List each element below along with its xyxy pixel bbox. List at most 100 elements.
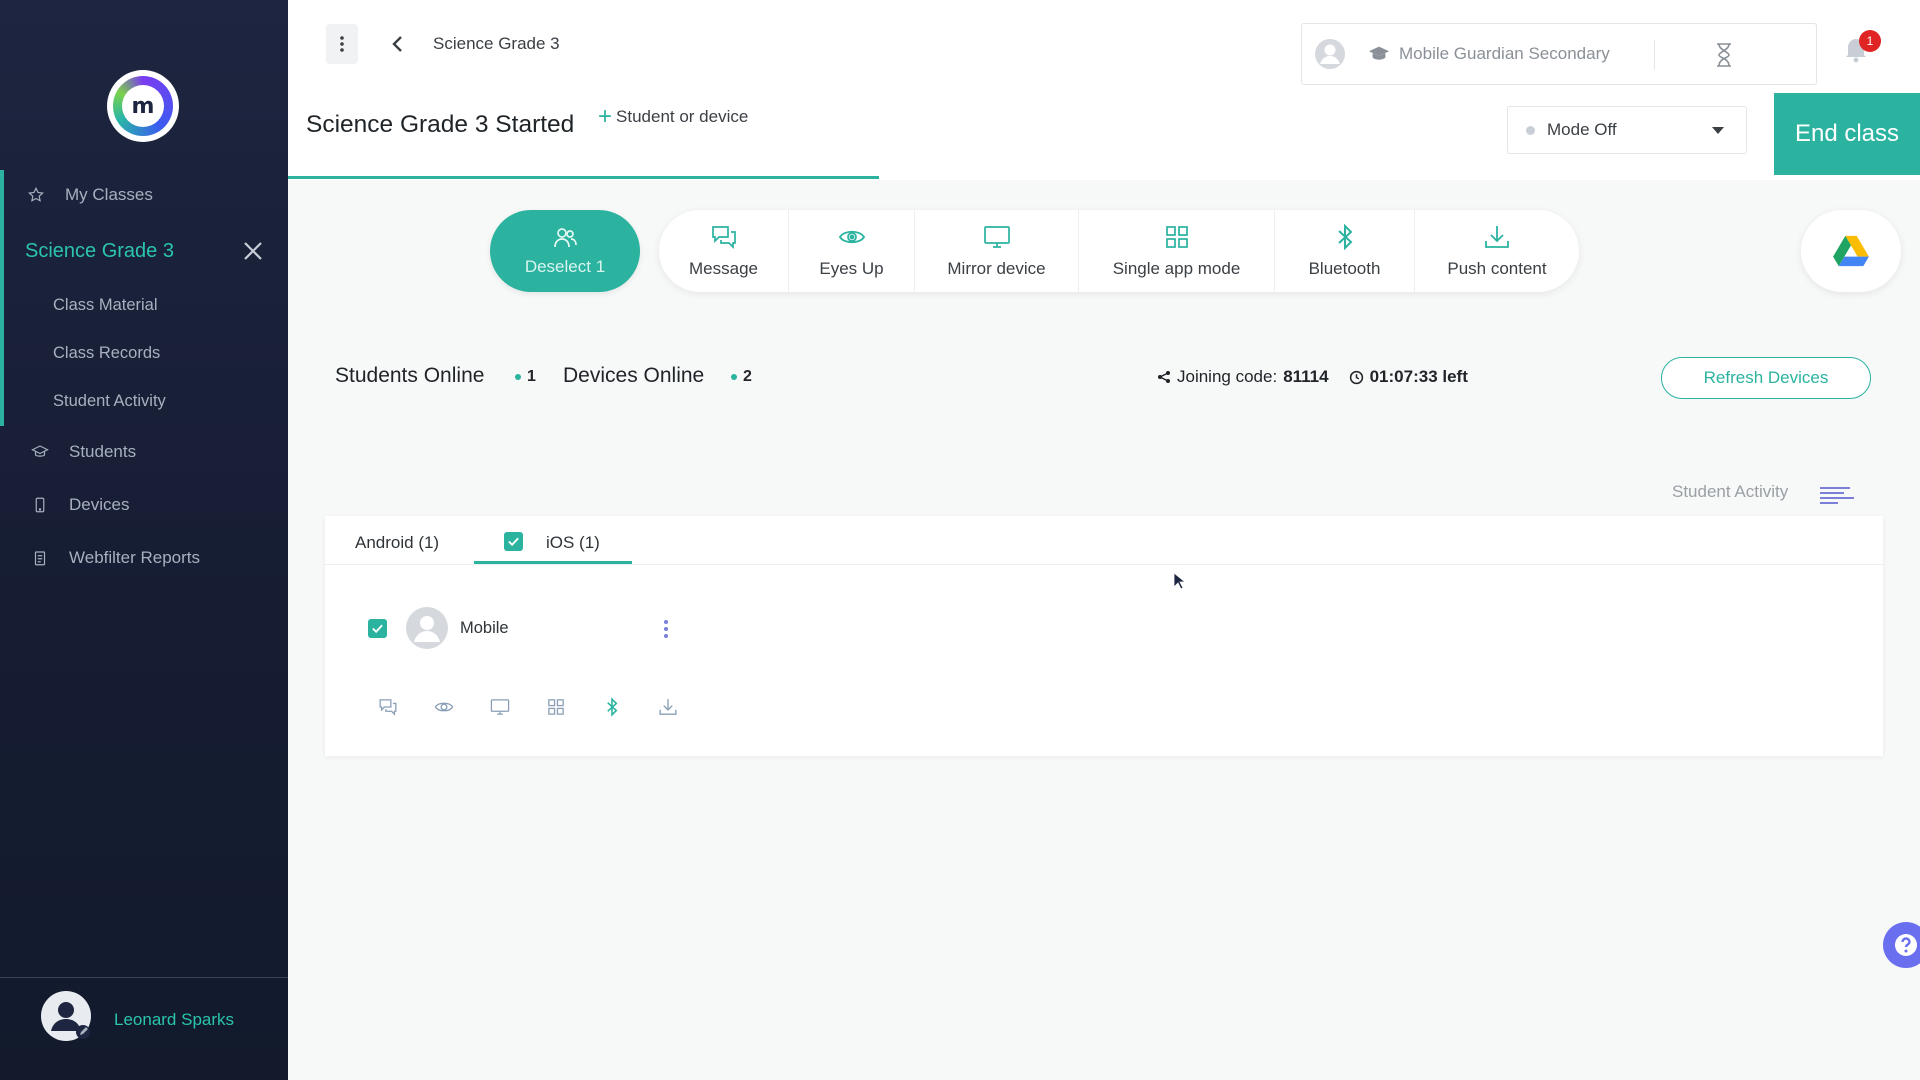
logo-ring: m [113, 76, 173, 136]
tool-label: Message [689, 259, 758, 278]
activity-lines-icon[interactable] [1818, 483, 1854, 505]
user-name[interactable]: Leonard Sparks [114, 1010, 234, 1030]
eye-icon [838, 230, 865, 244]
message-button[interactable]: Message [659, 210, 789, 292]
help-icon [1895, 934, 1917, 956]
share-icon [1158, 371, 1170, 383]
google-drive-button[interactable] [1801, 210, 1901, 292]
device-grid-icon[interactable] [543, 694, 569, 720]
hourglass-icon[interactable] [1712, 41, 1736, 69]
class-progress-bar [288, 176, 879, 179]
device-actions [375, 694, 681, 720]
sidebar-item-label: My Classes [65, 185, 153, 204]
online-dot [731, 374, 737, 380]
school-name: Mobile Guardian Secondary [1399, 44, 1610, 63]
devices-panel: Android (1) iOS (1) Mobile [325, 516, 1883, 756]
sidebar-divider [0, 977, 288, 978]
checkmark-icon [508, 537, 519, 547]
user-avatar[interactable] [40, 990, 92, 1042]
action-toolbar: Message Eyes Up Mirror device Single app… [659, 210, 1579, 292]
device-monitor-icon[interactable] [487, 694, 513, 720]
end-class-button[interactable]: End class [1774, 93, 1920, 175]
deselect-button[interactable]: Deselect 1 [490, 210, 640, 292]
breadcrumb: Science Grade 3 [433, 34, 560, 53]
device-name[interactable]: Mobile [460, 619, 509, 638]
back-chevron-icon[interactable] [388, 34, 408, 54]
devices-online-count: 2 [731, 368, 752, 386]
count-value: 1 [527, 368, 536, 385]
device-avatar-icon [405, 606, 449, 650]
sidebar: m My Classes Science Grade 3 Class Mater… [0, 0, 288, 1080]
plus-icon: + [598, 103, 613, 130]
notification-badge: 1 [1859, 30, 1881, 52]
tab-ios[interactable]: iOS (1) [546, 533, 600, 553]
help-button[interactable] [1883, 922, 1920, 968]
tool-label: Push content [1447, 259, 1547, 278]
sidebar-item-devices[interactable]: Devices [0, 494, 288, 516]
count-value: 2 [743, 368, 752, 385]
time-left: 01:07:33 left [1369, 367, 1468, 386]
sidebar-item-label: Students [69, 442, 137, 461]
tab-ios-checkbox[interactable] [504, 532, 523, 551]
add-student-button[interactable]: + Student or device [598, 103, 749, 130]
phone-icon [29, 494, 51, 516]
page-title: Science Grade 3 Started [306, 111, 575, 138]
joining-code-value: 81114 [1283, 367, 1329, 386]
device-eye-icon[interactable] [431, 694, 457, 720]
mirror-device-button[interactable]: Mirror device [915, 210, 1079, 292]
students-online-count: 1 [515, 368, 536, 386]
tool-label: Eyes Up [819, 259, 884, 278]
report-icon [29, 547, 51, 569]
download-icon [1485, 226, 1509, 248]
push-content-button[interactable]: Push content [1415, 210, 1579, 292]
sidebar-item-active-class[interactable]: Science Grade 3 [25, 240, 174, 263]
add-student-label: Student or device [616, 107, 749, 126]
refresh-devices-button[interactable]: Refresh Devices [1661, 357, 1871, 399]
star-icon [25, 184, 47, 206]
tool-label: Bluetooth [1308, 259, 1381, 278]
eyes-up-button[interactable]: Eyes Up [789, 210, 915, 292]
more-options-button[interactable] [326, 24, 358, 64]
bluetooth-button[interactable]: Bluetooth [1275, 210, 1415, 292]
sidebar-subitem-class-records[interactable]: Class Records [53, 344, 160, 363]
school-avatar-icon [1314, 38, 1346, 70]
sidebar-item-my-classes[interactable]: My Classes [0, 184, 288, 206]
sidebar-item-label: Devices [69, 495, 130, 514]
mode-status-dot [1526, 125, 1535, 135]
student-activity-label[interactable]: Student Activity [1672, 482, 1788, 502]
top-header: Science Grade 3 Mobile Guardian Secondar… [288, 0, 1920, 180]
devices-online-label: Devices Online [563, 364, 705, 387]
users-icon [554, 228, 577, 248]
mode-selected-value: Mode Off [1547, 120, 1617, 139]
sidebar-item-label: Webfilter Reports [69, 548, 201, 567]
device-download-icon[interactable] [655, 694, 681, 720]
sidebar-item-students[interactable]: Students [0, 441, 288, 463]
device-options-icon[interactable] [662, 618, 670, 640]
sidebar-subitem-student-activity[interactable]: Student Activity [53, 392, 166, 411]
clock-icon [1349, 370, 1363, 384]
graduation-cap-icon [29, 441, 51, 463]
online-dot [515, 374, 521, 380]
tool-label: Mirror device [947, 259, 1046, 278]
sidebar-item-webfilter-reports[interactable]: Webfilter Reports [0, 547, 288, 569]
device-bluetooth-icon[interactable] [599, 694, 625, 720]
close-icon[interactable] [240, 238, 266, 264]
single-app-mode-button[interactable]: Single app mode [1079, 210, 1275, 292]
app-logo[interactable]: m [107, 70, 179, 142]
joining-code-label: Joining code: [1177, 367, 1278, 386]
divider [1654, 40, 1655, 70]
sidebar-subitem-class-material[interactable]: Class Material [53, 296, 158, 315]
caret-down-icon [1712, 127, 1724, 134]
message-icon [711, 226, 736, 250]
checkmark-icon [372, 624, 383, 634]
grid-icon [1165, 226, 1188, 248]
google-drive-icon [1833, 235, 1869, 267]
kebab-icon [340, 36, 344, 52]
tool-label: Single app mode [1112, 259, 1241, 278]
device-message-icon[interactable] [375, 694, 401, 720]
school-selector[interactable]: Mobile Guardian Secondary [1301, 23, 1817, 85]
deselect-label: Deselect 1 [524, 257, 606, 276]
mode-dropdown[interactable]: Mode Off [1507, 106, 1747, 154]
device-checkbox[interactable] [368, 619, 387, 638]
tab-android[interactable]: Android (1) [355, 533, 439, 553]
